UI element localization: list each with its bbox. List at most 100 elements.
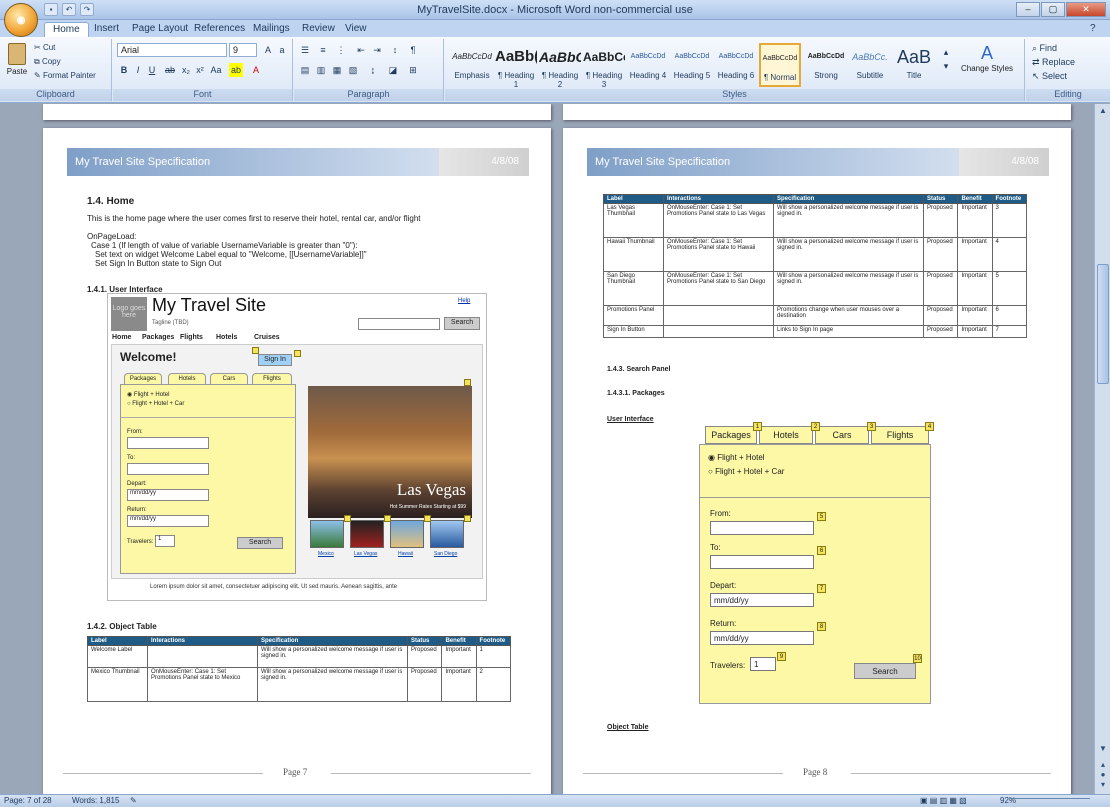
from-input[interactable] — [710, 521, 814, 535]
to-input[interactable] — [710, 555, 814, 569]
tab-flights[interactable]: Flights — [871, 426, 929, 444]
radio-flight-hotel[interactable]: ◉ Flight + Hotel — [708, 453, 765, 462]
scroll-down-arrow-icon[interactable]: ▼ — [1097, 744, 1109, 756]
travelers-select[interactable]: 1 — [155, 535, 175, 547]
vertical-scrollbar[interactable]: ▲ ▼ ▴ ● ▾ — [1094, 104, 1110, 794]
pilcrow-icon[interactable]: ¶ — [406, 43, 420, 57]
close-button[interactable]: ✕ — [1066, 2, 1106, 17]
mock-search-input[interactable] — [358, 318, 440, 330]
nav-cruises[interactable]: Cruises — [254, 334, 280, 341]
tab-packages[interactable]: Packages — [705, 426, 757, 444]
proofing-icon[interactable]: ✎ — [130, 796, 137, 805]
shrink-font-icon[interactable]: a — [275, 43, 289, 57]
font-color-icon[interactable]: A — [249, 63, 263, 77]
bold-icon[interactable]: B — [117, 63, 131, 77]
style-heading-4[interactable]: AaBbCcDd Heading 4 — [627, 43, 669, 87]
font-name-select[interactable]: Arial — [117, 43, 227, 57]
copy-button[interactable]: ⧉ Copy — [34, 57, 61, 67]
nav-flights[interactable]: Flights — [180, 334, 203, 341]
tab-references[interactable]: References — [186, 23, 253, 34]
zoom-slider[interactable] — [1010, 798, 1090, 804]
maximize-button[interactable]: ▢ — [1041, 2, 1065, 17]
thumb-label-mexico[interactable]: Mexico — [318, 551, 334, 557]
underline-icon[interactable]: U — [145, 63, 159, 77]
search-button[interactable]: Search — [237, 537, 283, 549]
thumbnail-mexico[interactable] — [310, 520, 344, 548]
justify-icon[interactable]: ▧ — [346, 63, 360, 77]
scroll-up-icon[interactable]: ▴ — [939, 45, 953, 59]
depart-input[interactable]: mm/dd/yy — [710, 593, 814, 607]
tab-cars[interactable]: Cars — [815, 426, 869, 444]
subscript-icon[interactable]: x₂ — [179, 63, 193, 77]
superscript-icon[interactable]: x² — [193, 63, 207, 77]
nav-packages[interactable]: Packages — [142, 334, 174, 341]
thumbnail-las-vegas[interactable] — [350, 520, 384, 548]
style-heading-3[interactable]: AaBbCc ¶ Heading 3 — [583, 43, 625, 89]
page-count[interactable]: Page: 7 of 28 — [4, 796, 52, 805]
replace-button[interactable]: ⇄ Replace — [1032, 57, 1075, 68]
decrease-indent-icon[interactable]: ⇤ — [354, 43, 368, 57]
mock-search-button[interactable]: Search — [444, 317, 480, 330]
sort-icon[interactable]: ↕ — [388, 43, 402, 57]
tab-hotels[interactable]: Hotels — [759, 426, 813, 444]
page-7[interactable]: My Travel Site Specification 4/8/08 1.4.… — [43, 128, 551, 794]
style-emphasis[interactable]: AaBbCcDd Emphasis — [451, 43, 493, 87]
sign-in-button[interactable]: Sign In — [258, 354, 292, 366]
view-buttons[interactable]: ▣ ▤ ▥ ▦ ▧ — [920, 796, 967, 805]
style-heading-6[interactable]: AaBbCcDd Heading 6 — [715, 43, 757, 87]
paste-button[interactable]: Paste — [6, 43, 28, 83]
tab-insert[interactable]: Insert — [86, 23, 127, 34]
search-button[interactable]: Search — [854, 663, 916, 679]
from-input[interactable] — [127, 437, 209, 449]
font-size-select[interactable]: 9 — [229, 43, 257, 57]
highlight-icon[interactable]: ab — [229, 63, 243, 77]
nav-hotels[interactable]: Hotels — [216, 334, 237, 341]
increase-indent-icon[interactable]: ⇥ — [370, 43, 384, 57]
scroll-up-arrow-icon[interactable]: ▲ — [1097, 106, 1109, 118]
style-strong[interactable]: AaBbCcDd Strong — [805, 43, 847, 87]
office-button[interactable]: ◉ — [4, 3, 38, 37]
multilevel-icon[interactable]: ⋮ — [334, 43, 348, 57]
next-page-icon[interactable]: ▾ — [1097, 780, 1109, 792]
format-painter-button[interactable]: ✎ Format Painter — [34, 71, 96, 80]
scroll-down-icon[interactable]: ▾ — [939, 59, 953, 73]
travelers-select[interactable]: 1 — [750, 657, 776, 671]
shading-icon[interactable]: ◪ — [386, 63, 400, 77]
radio-flight-hotel[interactable]: ◉ Flight + Hotel — [127, 391, 169, 398]
align-left-icon[interactable]: ▤ — [298, 63, 312, 77]
style-title[interactable]: AaB Title — [893, 43, 935, 87]
scrollbar-thumb[interactable] — [1097, 264, 1109, 384]
word-count[interactable]: Words: 1,815 — [72, 796, 119, 805]
find-button[interactable]: ⌕ Find — [1032, 43, 1057, 54]
select-button[interactable]: ↖ Select — [1032, 71, 1067, 82]
tab-mailings[interactable]: Mailings — [245, 23, 298, 34]
help-icon[interactable]: ? — [1090, 23, 1096, 34]
align-center-icon[interactable]: ▥ — [314, 63, 328, 77]
cut-button[interactable]: ✂ Cut — [34, 43, 55, 52]
align-right-icon[interactable]: ▦ — [330, 63, 344, 77]
thumb-label-hawaii[interactable]: Hawaii — [398, 551, 413, 557]
thumbnail-hawaii[interactable] — [390, 520, 424, 548]
nav-home[interactable]: Home — [112, 334, 131, 341]
tab-view[interactable]: View — [337, 23, 375, 34]
strikethrough-icon[interactable]: ab — [163, 63, 177, 77]
radio-flight-hotel-car[interactable]: ○ Flight + Hotel + Car — [127, 401, 184, 407]
style-normal[interactable]: AaBbCcDd ¶ Normal — [759, 43, 801, 87]
change-styles-button[interactable]: A Change Styles — [957, 43, 1017, 73]
line-spacing-icon[interactable]: ↨ — [366, 63, 380, 77]
to-input[interactable] — [127, 463, 209, 475]
return-input[interactable]: mm/dd/yy — [710, 631, 814, 645]
grow-font-icon[interactable]: A — [261, 43, 275, 57]
tab-review[interactable]: Review — [294, 23, 343, 34]
thumbnail-san-diego[interactable] — [430, 520, 464, 548]
depart-input[interactable]: mm/dd/yy — [127, 489, 209, 501]
style-heading-5[interactable]: AaBbCcDd Heading 5 — [671, 43, 713, 87]
bullets-icon[interactable]: ☰ — [298, 43, 312, 57]
italic-icon[interactable]: I — [131, 63, 145, 77]
radio-flight-hotel-car[interactable]: ○ Flight + Hotel + Car — [708, 467, 784, 476]
change-case-icon[interactable]: Aa — [209, 63, 223, 77]
minimize-button[interactable]: – — [1016, 2, 1040, 17]
borders-icon[interactable]: ⊞ — [406, 63, 420, 77]
numbering-icon[interactable]: ≡ — [316, 43, 330, 57]
style-heading-2[interactable]: AaBbC ¶ Heading 2 — [539, 43, 581, 89]
